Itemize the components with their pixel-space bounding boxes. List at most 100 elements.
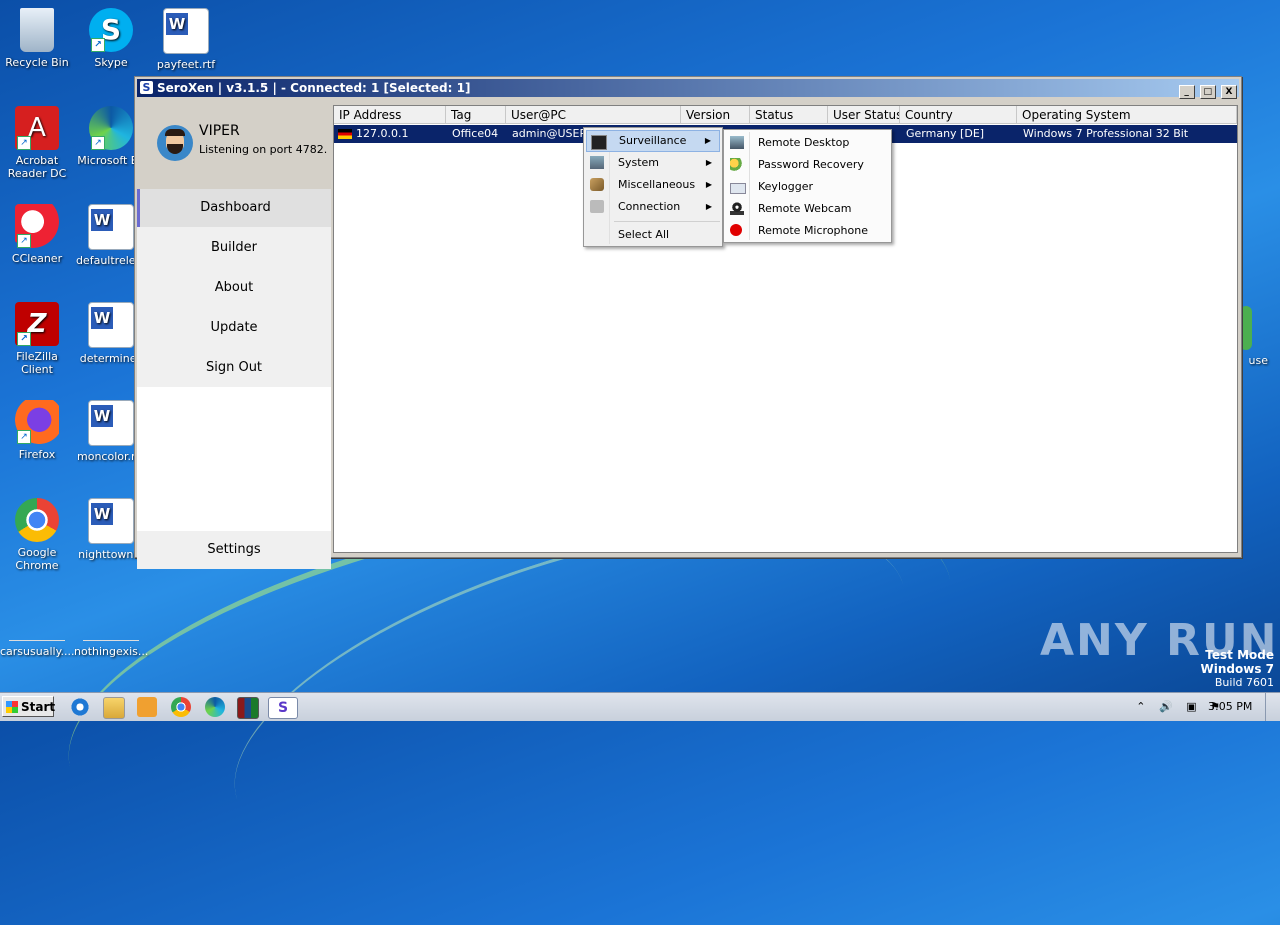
taskbar-clock[interactable]: 3:05 PM — [1208, 693, 1252, 721]
computer-icon — [590, 156, 604, 169]
column-header-country[interactable]: Country — [900, 106, 1017, 124]
submenu-arrow-icon: ▶ — [705, 202, 712, 211]
desktop-icon-label: payfeet.rtf — [156, 58, 216, 71]
menu-item-label: Connection — [618, 200, 681, 213]
windows-logo-icon — [6, 701, 18, 713]
test-mode-line: Test Mode — [1205, 648, 1274, 662]
listening-status: Listening on port 4782. — [199, 143, 328, 156]
avatar — [157, 125, 193, 161]
monitor-icon — [730, 136, 744, 149]
cell-tag: Office04 — [452, 127, 499, 140]
desktop-icon-payfeet[interactable]: W payfeet.rtf — [149, 8, 223, 71]
menu-item-select-all[interactable]: Select All — [586, 224, 720, 246]
menu-item-label: Surveillance — [619, 134, 687, 147]
desktop-icon-label: Recycle Bin — [5, 56, 69, 69]
cell-ip: 127.0.0.1 — [356, 127, 409, 140]
menu-item-surveillance[interactable]: Surveillance ▶ — [586, 130, 720, 152]
desktop-icon-label: Acrobat Reader DC — [7, 154, 67, 180]
blank-file-icon — [83, 620, 139, 641]
seroxen-taskbar-icon[interactable]: S — [268, 697, 298, 719]
minimize-button[interactable]: _ — [1178, 85, 1195, 99]
desktop-icon-acrobat[interactable]: A ↗ Acrobat Reader DC — [0, 106, 74, 180]
column-header-tag[interactable]: Tag — [446, 106, 506, 124]
nav-builder[interactable]: Builder — [137, 229, 331, 267]
menu-item-password-recovery[interactable]: Password Recovery — [726, 154, 889, 176]
desktop-icon-label: CCleaner — [11, 252, 63, 265]
start-label: Start — [21, 700, 56, 714]
chrome-taskbar-icon[interactable] — [171, 697, 191, 717]
cell-user: admin@USER — [512, 127, 588, 140]
nav-about[interactable]: About — [137, 269, 331, 307]
menu-item-remote-desktop[interactable]: Remote Desktop — [726, 132, 889, 154]
user-name: VIPER — [199, 123, 240, 139]
chrome-icon — [15, 498, 59, 542]
submenu-arrow-icon: ▶ — [705, 180, 712, 189]
file-explorer-icon[interactable] — [103, 697, 125, 719]
test-mode-line: Windows 7 — [1200, 662, 1274, 676]
desktop-icon-label: carsusually.... — [0, 645, 75, 658]
menu-item-system[interactable]: System ▶ — [586, 152, 720, 174]
menu-item-label: Remote Desktop — [758, 136, 850, 149]
start-button[interactable]: Start — [2, 696, 56, 717]
column-header-version[interactable]: Version — [681, 106, 750, 124]
nav-sign-out[interactable]: Sign Out — [137, 349, 331, 387]
desktop-icon-recycle-bin[interactable]: Recycle Bin — [0, 8, 74, 69]
desktop-icon-nothingexis[interactable]: nothingexis... — [74, 620, 148, 658]
media-player-icon[interactable] — [137, 697, 157, 717]
column-header-os[interactable]: Operating System — [1017, 106, 1237, 124]
close-button[interactable]: X — [1221, 85, 1237, 99]
keyboard-icon — [730, 183, 746, 194]
desktop-icon-ccleaner[interactable]: ↗ CCleaner — [0, 204, 74, 265]
user-profile: VIPER Listening on port 4782. — [137, 99, 331, 189]
webcam-icon — [730, 202, 744, 215]
maximize-button[interactable]: □ — [1199, 85, 1216, 99]
menu-separator — [614, 221, 720, 222]
nav-dashboard[interactable]: Dashboard — [137, 189, 331, 227]
desktop-icon-filezilla[interactable]: Z ↗ FileZilla Client — [0, 302, 74, 376]
desktop-icon-label: FileZilla Client — [16, 350, 58, 376]
menu-item-connection[interactable]: Connection ▶ — [586, 196, 720, 218]
desktop-icon-chrome[interactable]: Google Chrome — [0, 498, 74, 572]
menu-item-miscellaneous[interactable]: Miscellaneous ▶ — [586, 174, 720, 196]
menu-item-keylogger[interactable]: Keylogger — [726, 176, 889, 198]
column-header-user-status[interactable]: User Status — [828, 106, 900, 124]
surveillance-submenu: Remote Desktop Password Recovery Keylogg… — [723, 129, 892, 243]
record-icon — [730, 224, 742, 236]
window-title: SeroXen | v3.1.5 | - Connected: 1 [Selec… — [157, 81, 471, 95]
desktop-icon-label: Skype — [94, 56, 128, 69]
recycle-bin-icon — [20, 8, 54, 52]
desktop-icon-carsusually[interactable]: carsusually.... — [0, 620, 75, 658]
desktop-icon-label: Firefox — [18, 448, 56, 461]
network-icon[interactable]: ▣ — [1186, 700, 1196, 713]
show-desktop-button[interactable] — [1265, 693, 1280, 721]
tray-expand-icon[interactable]: ⌃ — [1136, 700, 1145, 713]
cell-os: Windows 7 Professional 32 Bit — [1023, 127, 1189, 140]
country-flag-icon — [338, 129, 352, 139]
menu-item-remote-webcam[interactable]: Remote Webcam — [726, 198, 889, 220]
column-header-ip[interactable]: IP Address — [334, 106, 446, 124]
word-document-icon: W — [88, 302, 134, 348]
key-icon — [730, 158, 744, 171]
column-header-status[interactable]: Status — [750, 106, 828, 124]
broom-icon — [590, 178, 604, 191]
connection-icon — [590, 200, 604, 213]
column-header-user[interactable]: User@PC — [506, 106, 681, 124]
desktop-icon-firefox[interactable]: ↗ Firefox — [0, 400, 74, 461]
internet-explorer-icon[interactable] — [70, 697, 90, 717]
terminal-icon — [591, 135, 607, 150]
menu-item-remote-microphone[interactable]: Remote Microphone — [726, 220, 889, 242]
window-controls: _ □ X — [1178, 81, 1237, 99]
window-titlebar[interactable]: S SeroXen | v3.1.5 | - Connected: 1 [Sel… — [137, 79, 1239, 99]
volume-icon[interactable]: 🔊 — [1159, 700, 1173, 713]
nav-update[interactable]: Update — [137, 309, 331, 347]
menu-item-label: Keylogger — [758, 180, 813, 193]
word-document-icon: W — [88, 498, 134, 544]
blank-file-icon — [9, 620, 65, 641]
edge-taskbar-icon[interactable] — [205, 697, 225, 717]
nav-settings[interactable]: Settings — [137, 531, 331, 569]
sidebar: VIPER Listening on port 4782. Dashboard … — [137, 99, 331, 569]
context-menu: Surveillance ▶ System ▶ Miscellaneous ▶ … — [583, 127, 723, 247]
desktop-icon-skype[interactable]: S ↗ Skype — [74, 8, 148, 69]
acrobat-icon: A ↗ — [15, 106, 59, 150]
winrar-icon[interactable] — [237, 697, 259, 719]
